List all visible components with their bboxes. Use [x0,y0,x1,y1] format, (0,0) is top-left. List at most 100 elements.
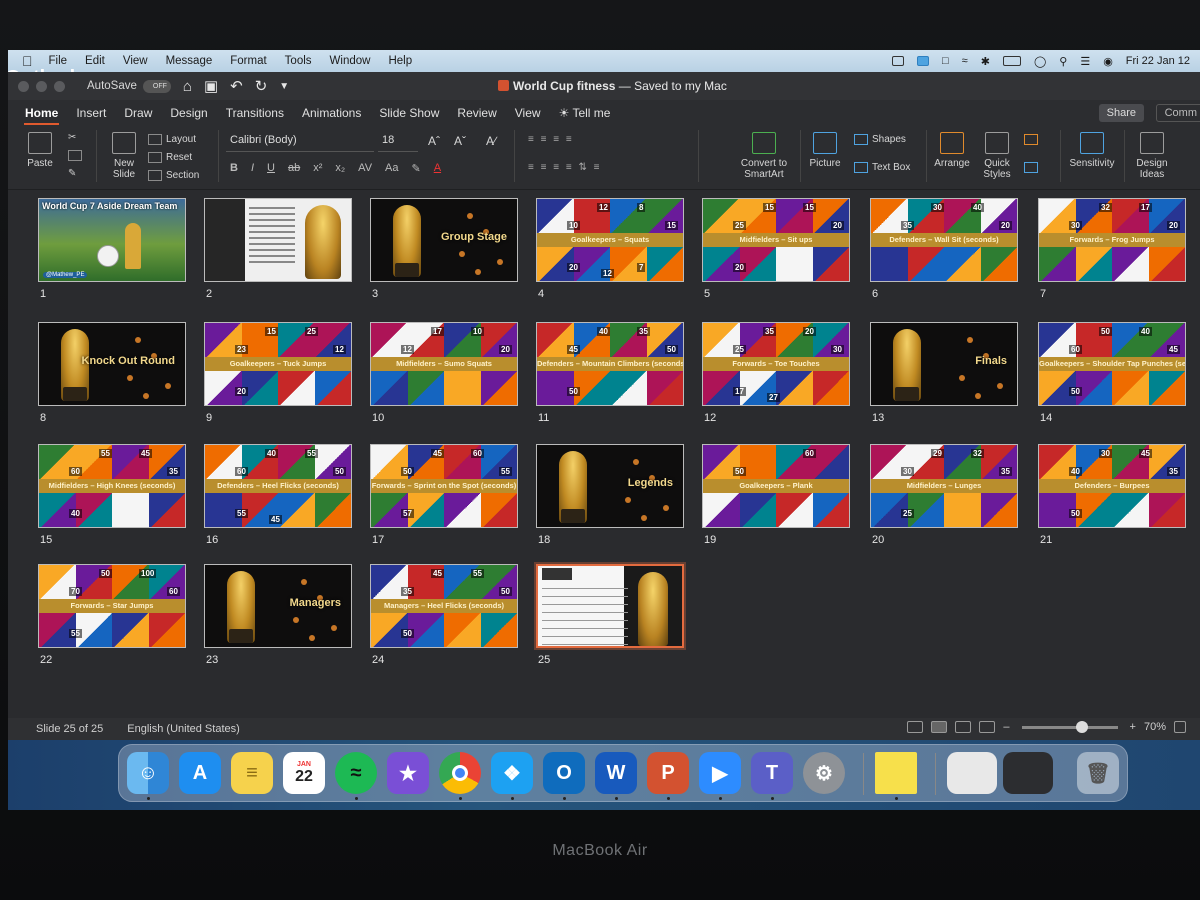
section-button[interactable]: Section [166,170,199,181]
battery-icon[interactable] [1002,56,1021,66]
siri-icon[interactable]: ◉ [1103,55,1113,68]
slide-sorter-view-icon[interactable] [931,721,948,733]
menu-tools[interactable]: Tools [285,55,312,67]
language-indicator[interactable]: English (United States) [127,723,240,735]
slide-thumbnail[interactable]: Midfielders – Sit ups 25 15 20 15 20 [702,198,850,282]
menu-help[interactable]: Help [388,55,412,67]
shape-outline-icon[interactable] [1024,162,1038,173]
subscript-icon[interactable]: x₂ [335,162,345,175]
tab-insert[interactable]: Insert [67,100,115,126]
reset-button[interactable]: Reset [166,152,192,163]
tab-design[interactable]: Design [161,100,216,126]
menu-view[interactable]: View [123,55,148,67]
slide-thumbnail[interactable]: Goalkeepers – Tuck Jumps 23 25 12 15 20 [204,322,352,406]
new-slide-button[interactable]: New Slide [106,132,142,180]
zoom-icon[interactable]: ▶ [699,752,741,794]
font-color-icon[interactable]: A [434,162,441,175]
imovie-icon[interactable]: ★ [387,752,429,794]
slide-thumbnail[interactable]: Midfielders – Lunges 30 32 35 29 25 [870,444,1018,528]
list-controls[interactable]: ≡ ≡ ≡ ≡ [528,134,574,145]
customize-toolbar-icon[interactable]: ▼ [279,81,289,92]
slide-thumbnail[interactable]: Managers [204,564,352,648]
increase-font-size-icon[interactable]: Aˆ [428,134,440,148]
slide-thumbnail[interactable]: Forwards – Toe Touches 25 20 30 35 17 27 [702,322,850,406]
notes-icon[interactable]: ≡ [231,752,273,794]
tab-home[interactable]: Home [16,100,67,126]
stickies-icon[interactable] [875,752,917,794]
shapes-button[interactable]: Shapes [872,134,906,145]
close-window-icon[interactable] [18,80,29,92]
slide-thumbnail[interactable]: Goalkeepers – Shoulder Tap Punches (seco… [1038,322,1186,406]
zoom-in-icon[interactable]: + [1130,721,1136,733]
menu-message[interactable]: Message [166,55,213,67]
bluetooth-icon[interactable]: ✱ [981,55,990,68]
search-icon[interactable]: ⚲ [1059,55,1067,68]
minimized-window-thumbnail[interactable] [1003,752,1053,794]
cast-icon[interactable]: □ [942,55,949,67]
shape-fill-icon[interactable] [1024,134,1038,145]
word-icon[interactable]: W [595,752,637,794]
font-size-select[interactable]: 18 [378,134,418,152]
slide-thumbnail[interactable] [204,198,352,282]
slide-thumbnail[interactable]: Defenders – Wall Sit (seconds) 35 40 20 30 [870,198,1018,282]
wifi-icon[interactable]: ≈ [962,55,968,67]
cut-icon[interactable]: ✂ [68,132,82,143]
redo-icon[interactable]: ↻ [255,77,268,95]
comments-button[interactable]: Comm [1155,104,1200,122]
app-store-icon[interactable]: A [179,752,221,794]
slide-thumbnail[interactable]: Defenders – Mountain Climbers (seconds) 4… [536,322,684,406]
zoom-slider-knob[interactable] [1075,720,1088,733]
underline-icon[interactable]: U [267,162,275,175]
zoom-out-icon[interactable]: – [1003,721,1009,733]
tab-animations[interactable]: Animations [293,100,370,126]
powerpoint-icon[interactable]: P [647,752,689,794]
slide-thumbnail[interactable]: Knock Out Round [38,322,186,406]
format-painter-icon[interactable]: ✎ [68,168,82,179]
sensitivity-button[interactable]: Sensitivity [1066,132,1118,169]
slide-thumbnail[interactable]: Managers – Heel Flicks (seconds) 35 55 50 45… [370,564,518,648]
twitter-icon[interactable]: ❖ [491,752,533,794]
slide-thumbnail[interactable]: Goalkeepers – Plank 50 60 [702,444,850,528]
menubar-clock[interactable]: Fri 22 Jan 12 [1126,55,1190,67]
tab-review[interactable]: Review [448,100,505,126]
decrease-font-size-icon[interactable]: Aˇ [454,134,466,148]
layout-button[interactable]: Layout [166,134,196,145]
save-icon[interactable]: ▣ [204,77,218,95]
system-preferences-icon[interactable]: ⚙ [803,752,845,794]
tab-transitions[interactable]: Transitions [217,100,293,126]
paste-button[interactable]: Paste [20,132,60,169]
normal-view-icon[interactable] [907,721,924,733]
teams-icon[interactable]: T [751,752,793,794]
zoom-level[interactable]: 70% [1144,721,1166,733]
slide-thumbnail[interactable]: Defenders – Burpees 40 45 35 30 50 [1038,444,1186,528]
highlight-icon[interactable]: ✎ [412,162,421,175]
slide-show-view-icon[interactable] [979,721,996,733]
tab-view[interactable]: View [506,100,550,126]
italic-icon[interactable]: I [251,162,254,175]
outlook-icon[interactable]: O [543,752,585,794]
trash-icon[interactable]: 🗑 [1077,752,1119,794]
control-center-icon[interactable]: ☰ [1080,55,1090,68]
paragraph-alignment-controls[interactable]: ≡ ≡ ≡ ≡ ⇅ ≡ [528,162,601,173]
minimized-window-thumbnail[interactable] [947,752,997,794]
character-spacing-icon[interactable]: AV [358,162,372,175]
chrome-icon[interactable] [439,752,481,794]
clear-formatting-icon[interactable]: A∕ [486,134,496,148]
menu-window[interactable]: Window [330,55,371,67]
tab-slide-show[interactable]: Slide Show [370,100,448,126]
quick-styles-button[interactable]: Quick Styles [976,132,1018,180]
convert-to-smartart-button[interactable]: Convert to SmartArt [732,132,796,180]
design-ideas-button[interactable]: Design Ideas [1130,132,1174,180]
slide-thumbnail[interactable]: Midfielders – Sumo Squats 12 10 20 17 [370,322,518,406]
slide-thumbnail[interactable]: World Cup 7 Aside Dream Team @Mathew_PE [38,198,186,282]
spotify-icon[interactable]: ≈ [335,752,377,794]
minimize-window-icon[interactable] [36,80,47,92]
strikethrough-icon[interactable]: ab [288,162,300,175]
slide-thumbnail[interactable]: Midfielders – High Knees (seconds) 60 45 35… [38,444,186,528]
slide-thumbnail[interactable]: Legends [536,444,684,528]
superscript-icon[interactable]: x² [313,162,322,175]
tab-draw[interactable]: Draw [115,100,161,126]
share-button[interactable]: Share [1098,104,1144,122]
undo-icon[interactable]: ↶ [230,77,243,95]
slide-thumbnail[interactable] [536,564,684,648]
